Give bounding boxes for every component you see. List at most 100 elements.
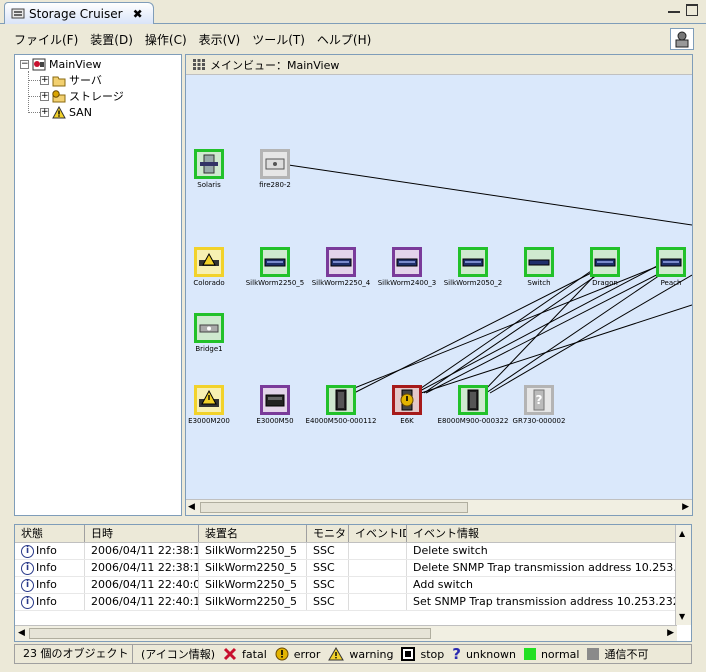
row-device: SilkWorm2250_5 xyxy=(199,577,307,593)
tree-item-storage[interactable]: + ストレージ xyxy=(40,88,124,104)
menu-device[interactable]: 装置(D) xyxy=(90,31,133,48)
grid-icon xyxy=(193,59,205,70)
user-status-button[interactable] xyxy=(670,28,694,50)
row-monitor: SSC xyxy=(307,594,349,610)
link-e4000-dragon xyxy=(353,268,600,394)
device-peach[interactable]: Peach xyxy=(631,247,692,287)
storage-error-icon xyxy=(52,89,66,102)
object-count: 23 個のオブジェクト xyxy=(15,645,133,663)
legend-warning: warning xyxy=(328,647,393,661)
menu-view[interactable]: 表示(V) xyxy=(199,31,241,48)
storage-icon xyxy=(260,385,290,415)
legend-unknown: ? unknown xyxy=(452,645,516,663)
bridge-icon xyxy=(194,313,224,343)
minimize-icon[interactable] xyxy=(668,4,680,13)
server-icon xyxy=(194,149,224,179)
device-gr730-000002[interactable]: ? GR730-000002 xyxy=(499,385,579,425)
table-row[interactable]: i Info 2006/04/11 22:40:16 SilkWorm2250_5… xyxy=(15,594,677,611)
row-event-id xyxy=(349,543,407,559)
icon-legend: (アイコン情報) fatal error warning stop ? unkn… xyxy=(133,645,648,663)
tree-item-san[interactable]: + SAN xyxy=(40,104,92,120)
switch-icon xyxy=(392,247,422,277)
main-view-horizontal-scrollbar[interactable]: ◀ ▶ xyxy=(186,499,692,515)
row-status: Info xyxy=(36,561,57,574)
expand-icon[interactable]: + xyxy=(40,91,49,101)
column-status[interactable]: 状態 xyxy=(15,525,85,542)
row-event-id xyxy=(349,594,407,610)
scroll-up-icon[interactable]: ▲ xyxy=(679,529,685,538)
table-row[interactable]: i Info 2006/04/11 22:38:19 SilkWorm2250_5… xyxy=(15,560,677,577)
tree-label-san: SAN xyxy=(69,105,92,119)
tree-label-storage: ストレージ xyxy=(69,90,124,103)
menu-bar: ファイル(F) 装置(D) 操作(C) 表示(V) ツール(T) ヘルプ(H) xyxy=(0,26,706,52)
storage-icon xyxy=(326,385,356,415)
event-log-table: 状態 日時 装置名 モニタ イベントID イベント情報 i Info 2006/0… xyxy=(14,524,692,642)
storage-warning-icon xyxy=(194,385,224,415)
row-event-id xyxy=(349,560,407,576)
unreachable-icon xyxy=(587,648,600,660)
expand-icon[interactable]: + xyxy=(40,107,49,117)
svg-text:?: ? xyxy=(536,393,543,407)
row-datetime: 2006/04/11 22:40:06 xyxy=(85,577,199,593)
device-bridge1[interactable]: Bridge1 xyxy=(186,313,249,353)
collapse-icon[interactable]: − xyxy=(20,59,29,69)
column-event-id[interactable]: イベントID xyxy=(349,525,407,542)
row-status: Info xyxy=(36,595,57,608)
storage-cruiser-icon xyxy=(11,8,25,19)
log-vertical-scrollbar[interactable]: ▲ ▼ xyxy=(675,525,691,625)
main-view-pane: メインビュー：MainView Solaris fire280-2 Colora… xyxy=(185,54,693,516)
log-horizontal-scrollbar[interactable]: ◀ ▶ xyxy=(15,625,677,641)
row-datetime: 2006/04/11 22:40:16 xyxy=(85,594,199,610)
row-device: SilkWorm2250_5 xyxy=(199,543,307,559)
scroll-right-icon[interactable]: ▶ xyxy=(667,628,674,638)
fatal-icon xyxy=(223,647,237,661)
row-device: SilkWorm2250_5 xyxy=(199,560,307,576)
folder-icon xyxy=(52,76,66,86)
link-e8000-dragon xyxy=(481,270,600,394)
table-row[interactable]: i Info 2006/04/11 22:38:10 SilkWorm2250_5… xyxy=(15,543,677,560)
info-icon: i xyxy=(21,544,34,558)
switch-icon xyxy=(590,247,620,277)
row-event-info: Set SNMP Trap transmission address 10.25… xyxy=(407,594,677,610)
scroll-left-icon[interactable]: ◀ xyxy=(188,502,195,512)
row-datetime: 2006/04/11 22:38:10 xyxy=(85,543,199,559)
switch-icon xyxy=(524,247,554,277)
close-icon[interactable]: ✖ xyxy=(133,7,143,21)
column-device[interactable]: 装置名 xyxy=(199,525,307,542)
menu-tools[interactable]: ツール(T) xyxy=(252,31,305,48)
scroll-left-icon[interactable]: ◀ xyxy=(18,628,25,638)
menu-help[interactable]: ヘルプ(H) xyxy=(317,31,371,48)
warning-icon xyxy=(328,647,345,661)
row-status: Info xyxy=(36,544,57,557)
mainview-icon xyxy=(32,58,46,70)
scroll-down-icon[interactable]: ▼ xyxy=(679,612,685,621)
column-event-info[interactable]: イベント情報 xyxy=(407,525,677,542)
switch-icon xyxy=(656,247,686,277)
scrollbar-thumb[interactable] xyxy=(200,502,468,513)
row-event-info: Add switch xyxy=(407,577,677,593)
legend-normal: normal xyxy=(523,648,579,661)
tree-item-server[interactable]: + サーバ xyxy=(40,72,102,88)
menu-operation[interactable]: 操作(C) xyxy=(145,31,187,48)
device-fire280-2[interactable]: fire280-2 xyxy=(235,149,315,189)
column-datetime[interactable]: 日時 xyxy=(85,525,199,542)
info-icon: i xyxy=(21,561,34,575)
legend-fatal: fatal xyxy=(223,647,267,661)
expand-icon[interactable]: + xyxy=(40,75,49,85)
scroll-right-icon[interactable]: ▶ xyxy=(682,502,689,512)
window-title: Storage Cruiser xyxy=(29,6,123,21)
column-monitor[interactable]: モニタ xyxy=(307,525,349,542)
table-row[interactable]: i Info 2006/04/11 22:40:06 SilkWorm2250_5… xyxy=(15,577,677,594)
topology-canvas[interactable]: Solaris fire280-2 Colorado SilkWorm2250_… xyxy=(186,75,692,499)
storage-error-icon xyxy=(392,385,422,415)
menu-file[interactable]: ファイル(F) xyxy=(14,31,78,48)
warning-icon xyxy=(52,105,66,118)
normal-icon xyxy=(523,648,536,660)
link-e6k-dragon-1 xyxy=(413,268,595,394)
maximize-icon[interactable] xyxy=(686,4,698,16)
window-tab[interactable]: Storage Cruiser ✖ xyxy=(4,2,154,24)
user-icon xyxy=(675,31,689,48)
window-tab-bar: Storage Cruiser ✖ xyxy=(0,0,706,24)
tree-item-mainview[interactable]: − MainView xyxy=(20,56,101,72)
scrollbar-thumb[interactable] xyxy=(29,628,431,639)
